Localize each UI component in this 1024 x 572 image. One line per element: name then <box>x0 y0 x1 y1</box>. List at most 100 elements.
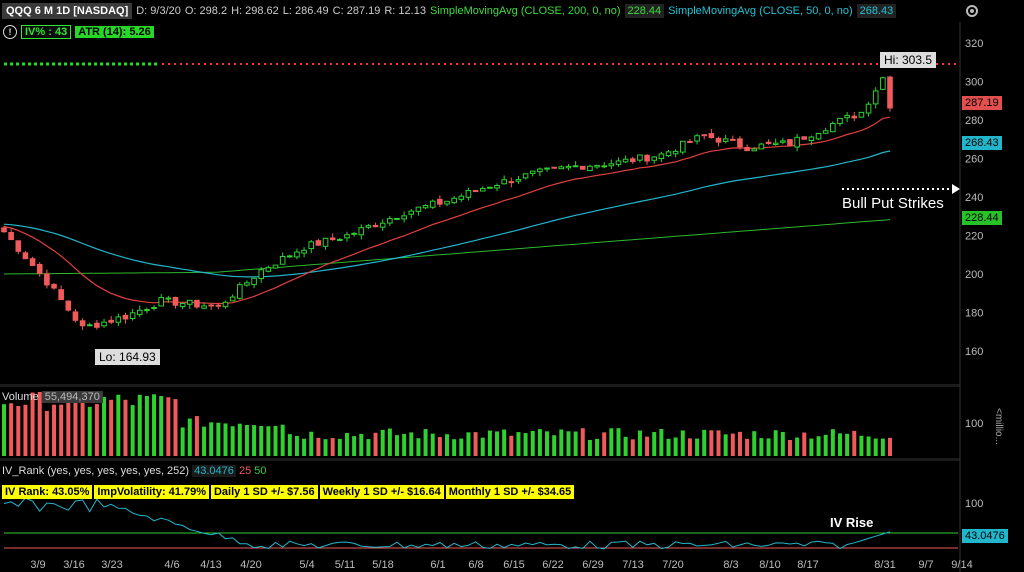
volume-bar <box>52 404 57 456</box>
volume-bar <box>187 418 192 456</box>
volume-bar <box>423 429 428 456</box>
volume-bar <box>302 438 307 456</box>
candle-body <box>86 324 93 327</box>
volume-bar <box>702 429 707 456</box>
candle-body <box>544 167 550 170</box>
candle-body <box>744 146 750 152</box>
candle-body <box>858 111 865 118</box>
x-axis-label: 4/20 <box>240 559 261 571</box>
iv-rank-label[interactable]: IV_Rank (yes, yes, yes, yes, yes, 252) <box>2 465 189 477</box>
candle-body <box>837 117 843 125</box>
volume-bar <box>173 399 178 456</box>
price-lines <box>3 62 960 305</box>
candle-body <box>208 304 215 307</box>
candle-body <box>58 289 64 300</box>
candle-body <box>186 299 193 305</box>
volume-bar <box>859 435 864 456</box>
candle-body <box>565 165 572 169</box>
volume-bar <box>87 406 92 456</box>
candle-body <box>358 227 365 236</box>
volume-bar <box>273 425 278 456</box>
last-price-tag: 287.19 <box>962 96 1002 110</box>
candle-body <box>315 240 322 246</box>
candle-body <box>51 283 57 289</box>
price-axis-label: 220 <box>965 231 983 243</box>
candle-body <box>437 198 443 205</box>
candle-body <box>265 267 272 272</box>
iv-rank-box: IV Rank: 43.05% <box>2 485 93 499</box>
volume-label: Volume 55,494,370 <box>2 391 103 403</box>
candle-body <box>444 200 450 205</box>
iv-rank-line <box>3 497 891 550</box>
candle-body <box>94 322 100 328</box>
candle-body <box>780 140 786 143</box>
candle-body <box>379 222 386 228</box>
volume-bar <box>545 431 550 456</box>
iv-rank-label-row: IV_Rank (yes, yes, yes, yes, yes, 252) 4… <box>2 465 267 477</box>
volume-bar <box>609 428 614 456</box>
candle-body <box>422 204 429 209</box>
volume-bar <box>387 428 392 456</box>
candle-body <box>301 249 307 254</box>
volume-bar <box>44 410 49 456</box>
candle-body <box>758 143 765 150</box>
candle-body <box>79 320 86 327</box>
volume-bar <box>430 433 435 456</box>
candle-body <box>451 197 457 204</box>
x-axis-label: 7/20 <box>662 559 683 571</box>
candle-body <box>351 232 357 235</box>
x-axis-label: 8/10 <box>759 559 780 571</box>
volume-value: 55,494,370 <box>41 391 103 403</box>
hi-label: Hi: 303.5 <box>880 52 937 68</box>
candle-body <box>144 309 150 312</box>
candle-body <box>715 137 722 143</box>
x-axis-label: 6/8 <box>468 559 483 571</box>
x-axis-label: 5/11 <box>335 559 356 571</box>
volume-bar <box>94 404 99 456</box>
candle-body <box>201 305 207 309</box>
volume-bar <box>623 436 628 456</box>
candle-body <box>337 238 343 241</box>
iv-rank-50: 50 <box>254 465 267 477</box>
volume-bar <box>645 436 650 456</box>
x-axis-label: 6/29 <box>582 559 603 571</box>
volume-bar <box>223 423 228 456</box>
volume-bar <box>795 437 800 456</box>
volume-bar <box>659 428 664 456</box>
volume-bar <box>259 426 264 456</box>
candle-body <box>880 77 886 90</box>
volume-bar <box>80 395 85 456</box>
candle-body <box>387 218 393 224</box>
volume-bar <box>23 404 28 456</box>
volume-bar <box>602 432 607 456</box>
candle-body <box>194 299 200 308</box>
volume-bar <box>773 430 778 456</box>
volume-bar <box>809 438 814 456</box>
volume-bar <box>116 394 121 456</box>
candle-body <box>108 319 114 323</box>
candle-body <box>730 138 736 141</box>
lo-label: Lo: 164.93 <box>95 349 160 365</box>
candle-body <box>251 277 257 286</box>
candle-body <box>765 141 772 145</box>
candle-body <box>15 240 22 252</box>
volume-axis-label: 100 <box>965 418 983 430</box>
volume-bar <box>137 394 142 456</box>
volume-bar <box>595 438 600 456</box>
volume-bar <box>737 431 742 456</box>
volume-bar <box>745 438 750 456</box>
volume-bar <box>837 433 842 456</box>
volume-bar <box>209 422 214 456</box>
candle-body <box>772 142 779 146</box>
volume-bar <box>780 431 785 456</box>
candle-body <box>887 76 893 109</box>
volume-bar <box>852 430 857 456</box>
candle-body <box>244 282 250 286</box>
candle-body <box>72 311 79 321</box>
volume-bar <box>616 428 621 456</box>
candles <box>1 75 893 331</box>
x-axis-label: 4/6 <box>164 559 179 571</box>
volume-bar <box>752 431 757 456</box>
candle-body <box>479 187 486 192</box>
volume-bar <box>59 404 64 456</box>
